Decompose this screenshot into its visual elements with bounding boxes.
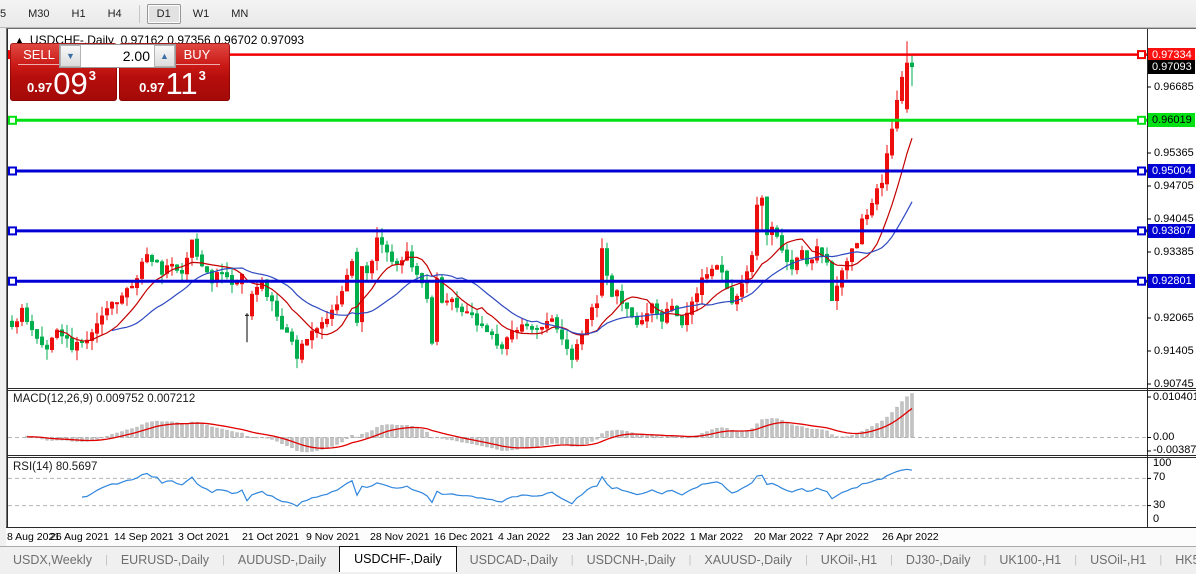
ask-price: 0.97 11 3 bbox=[119, 65, 226, 99]
date-label: 26 Apr 2022 bbox=[882, 531, 939, 543]
ask-pipette: 3 bbox=[199, 68, 206, 99]
tab-xauusd-daily[interactable]: XAUUSD-,Daily bbox=[691, 549, 805, 572]
price-marker-0.97093: 0.97093 bbox=[1148, 60, 1195, 74]
macd-indicator-label: MACD(12,26,9) 0.009752 0.007212 bbox=[13, 393, 195, 405]
rsi-indicator-label: RSI(14) 80.5697 bbox=[13, 461, 97, 473]
volume-decrease-button[interactable]: ▼ bbox=[60, 45, 81, 67]
date-label: 4 Jan 2022 bbox=[498, 531, 550, 543]
price-label: 0.94705 bbox=[1154, 180, 1194, 193]
tab-usoil-h1[interactable]: USOil-,H1 bbox=[1077, 549, 1159, 572]
tab-usdx-weekly[interactable]: USDX,Weekly bbox=[0, 549, 105, 572]
price-label: 0.95365 bbox=[1154, 147, 1194, 160]
date-label: 7 Apr 2022 bbox=[818, 531, 869, 543]
date-label: 20 Mar 2022 bbox=[754, 531, 813, 543]
tab-usdchf-daily[interactable]: USDCHF-,Daily bbox=[339, 546, 457, 572]
date-label: 3 Oct 2021 bbox=[178, 531, 229, 543]
price-label: 0.96685 bbox=[1154, 81, 1194, 94]
rsi-axis-label: 70 bbox=[1153, 471, 1165, 483]
tab-usdcad-daily[interactable]: USDCAD-,Daily bbox=[457, 549, 571, 572]
macd-axis-label: 0.010401 bbox=[1153, 391, 1196, 403]
toolbar-separator bbox=[139, 5, 140, 23]
price-marker-0.93807: 0.93807 bbox=[1148, 224, 1195, 238]
date-axis[interactable]: 8 Aug 202126 Aug 202114 Sep 20213 Oct 20… bbox=[6, 527, 1196, 546]
rsi-axis-label: 100 bbox=[1153, 457, 1171, 469]
ask-big-digits: 11 bbox=[165, 69, 197, 99]
timeframe-button-d1[interactable]: D1 bbox=[147, 4, 181, 24]
bid-big-digits: 09 bbox=[53, 69, 87, 99]
tab-audusd-daily[interactable]: AUDUSD-,Daily bbox=[225, 549, 339, 572]
hline-0.93807[interactable] bbox=[8, 227, 1147, 234]
hline-0.92801[interactable] bbox=[8, 278, 1147, 285]
price-label: 0.91405 bbox=[1154, 345, 1194, 358]
price-label: 0.92065 bbox=[1154, 312, 1194, 325]
macd-axis-label: -0.003875 bbox=[1153, 444, 1196, 456]
rsi-axis-label: 30 bbox=[1153, 499, 1165, 511]
date-label: 16 Dec 2021 bbox=[434, 531, 494, 543]
hline-0.95004[interactable] bbox=[8, 168, 1147, 175]
macd-signal-line bbox=[27, 409, 912, 449]
timeframe-button-h4[interactable]: H4 bbox=[98, 4, 132, 24]
tab-dj30-daily[interactable]: DJ30-,Daily bbox=[893, 549, 984, 572]
price-marker-0.95004: 0.95004 bbox=[1148, 164, 1195, 178]
candle-doji bbox=[245, 313, 249, 342]
price-label: 0.90745 bbox=[1154, 378, 1194, 391]
price-marker-0.92801: 0.92801 bbox=[1148, 274, 1195, 288]
symbol-tab-bar: USDX,Weekly|EURUSD-,Daily|AUDUSD-,DailyU… bbox=[0, 546, 1196, 572]
timeframe-toolbar: 5M30H1H4 D1W1MN bbox=[0, 0, 1196, 28]
timeframe-button-mn[interactable]: MN bbox=[221, 4, 258, 24]
date-label: 10 Feb 2022 bbox=[626, 531, 685, 543]
tab-uk100-h1[interactable]: UK100-,H1 bbox=[986, 549, 1074, 572]
axis-ticks bbox=[12, 87, 1151, 527]
tab-hk50-h1[interactable]: HK50-,H1 bbox=[1162, 549, 1196, 572]
date-label: 28 Nov 2021 bbox=[370, 531, 430, 543]
hline-0.96019[interactable] bbox=[8, 117, 1147, 124]
tab-eurusd-daily[interactable]: EURUSD-,Daily bbox=[108, 549, 222, 572]
macd-axis-label: 0.00 bbox=[1153, 431, 1174, 443]
chart-canvas[interactable] bbox=[0, 28, 1196, 527]
date-label: 26 Aug 2021 bbox=[50, 531, 109, 543]
price-marker-0.96019: 0.96019 bbox=[1148, 113, 1195, 127]
date-label: 21 Oct 2021 bbox=[242, 531, 299, 543]
tab-usdcnh-daily[interactable]: USDCNH-,Daily bbox=[574, 549, 689, 572]
timeframe-button-w1[interactable]: W1 bbox=[183, 4, 220, 24]
timeframe-button-5[interactable]: 5 bbox=[0, 4, 16, 24]
rsi-axis-label: 0 bbox=[1153, 513, 1159, 525]
one-click-trade-panel: SELL 0.97 09 3 BUY 0.97 11 3 ▼ ▲ bbox=[10, 43, 230, 101]
date-label: 9 Nov 2021 bbox=[306, 531, 360, 543]
rsi-line bbox=[82, 469, 912, 506]
bid-pipette: 3 bbox=[89, 68, 96, 99]
sell-button[interactable]: SELL bbox=[18, 47, 60, 65]
ask-prefix: 0.97 bbox=[139, 80, 164, 99]
volume-input[interactable] bbox=[81, 45, 154, 67]
tab-ukoil-h1[interactable]: UKOil-,H1 bbox=[808, 549, 890, 572]
bid-price: 0.97 09 3 bbox=[10, 65, 113, 99]
volume-increase-button[interactable]: ▲ bbox=[154, 45, 175, 67]
date-label: 1 Mar 2022 bbox=[690, 531, 743, 543]
timeframe-button-m30[interactable]: M30 bbox=[18, 4, 59, 24]
buy-button[interactable]: BUY bbox=[174, 47, 220, 65]
timeframe-button-h1[interactable]: H1 bbox=[62, 4, 96, 24]
price-label: 0.93385 bbox=[1154, 246, 1194, 259]
bid-prefix: 0.97 bbox=[27, 80, 52, 99]
date-label: 23 Jan 2022 bbox=[562, 531, 620, 543]
date-label: 14 Sep 2021 bbox=[114, 531, 174, 543]
volume-spinner: ▼ ▲ bbox=[59, 44, 176, 68]
